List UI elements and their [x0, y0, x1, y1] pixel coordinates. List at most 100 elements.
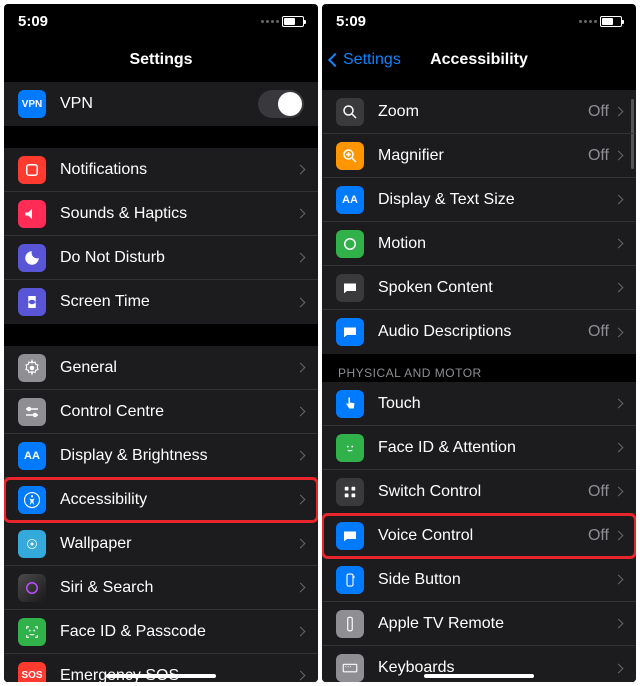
chevron-right-icon: [296, 165, 306, 175]
row-wallpaper[interactable]: Wallpaper: [4, 522, 318, 566]
side-button-icon: [336, 566, 364, 594]
row-apple-tv[interactable]: Apple TV Remote: [322, 602, 636, 646]
nav-title: Settings: [129, 51, 192, 69]
row-label: Spoken Content: [378, 279, 615, 297]
row-notifications[interactable]: Notifications: [4, 148, 318, 192]
chevron-right-icon: [296, 297, 306, 307]
dnd-icon: [18, 244, 46, 272]
back-label: Settings: [343, 51, 401, 69]
row-display[interactable]: AA Display & Brightness: [4, 434, 318, 478]
chevron-left-icon: [328, 53, 342, 67]
keyboards-icon: [336, 654, 364, 682]
row-value: Off: [588, 323, 609, 341]
row-siri[interactable]: Siri & Search: [4, 566, 318, 610]
row-accessibility[interactable]: Accessibility: [4, 478, 318, 522]
chevron-right-icon: [296, 627, 306, 637]
chevron-right-icon: [614, 195, 624, 205]
row-touch[interactable]: Touch: [322, 382, 636, 426]
row-label: Audio Descriptions: [378, 323, 588, 341]
home-indicator[interactable]: [424, 674, 534, 678]
row-label: Display & Brightness: [60, 447, 297, 465]
row-control[interactable]: Control Centre: [4, 390, 318, 434]
siri-icon: [18, 574, 46, 602]
nav-bar: Settings: [4, 38, 318, 82]
chevron-right-icon: [614, 151, 624, 161]
row-screentime[interactable]: Screen Time: [4, 280, 318, 324]
row-label: Control Centre: [60, 403, 297, 421]
row-faceid[interactable]: Face ID & Passcode: [4, 610, 318, 654]
display-icon: AA: [18, 442, 46, 470]
row-label: Magnifier: [378, 147, 588, 165]
row-label: Notifications: [60, 161, 297, 179]
sos-icon: SOS: [18, 662, 46, 683]
accessibility-list[interactable]: Zoom Off Magnifier Off AA Display & Text…: [322, 82, 636, 682]
settings-screen: 5:09 Settings VPN VPN Notifications: [4, 4, 318, 682]
faceid-attention-icon: [336, 434, 364, 462]
row-sounds[interactable]: Sounds & Haptics: [4, 192, 318, 236]
spoken-content-icon: [336, 274, 364, 302]
status-right: [579, 16, 622, 27]
settings-list[interactable]: VPN VPN Notifications Sounds & Haptics: [4, 82, 318, 682]
chevron-right-icon: [614, 239, 624, 249]
chevron-right-icon: [614, 443, 624, 453]
sounds-icon: [18, 200, 46, 228]
general-icon: [18, 354, 46, 382]
chevron-right-icon: [296, 583, 306, 593]
chevron-right-icon: [296, 209, 306, 219]
voice-control-icon: [336, 522, 364, 550]
chevron-right-icon: [614, 283, 624, 293]
signal-dots: [261, 20, 279, 23]
vpn-icon: VPN: [18, 90, 46, 118]
row-side-button[interactable]: Side Button: [322, 558, 636, 602]
row-voice-control[interactable]: Voice Control Off: [322, 514, 636, 558]
chevron-right-icon: [614, 399, 624, 409]
row-label: Touch: [378, 395, 615, 413]
vpn-toggle[interactable]: [258, 90, 304, 118]
zoom-icon: [336, 98, 364, 126]
touch-icon: [336, 390, 364, 418]
battery-icon: [600, 16, 622, 27]
chevron-right-icon: [614, 487, 624, 497]
control-centre-icon: [18, 398, 46, 426]
row-switch-control[interactable]: Switch Control Off: [322, 470, 636, 514]
row-label: Side Button: [378, 571, 615, 589]
row-value: Off: [588, 147, 609, 165]
motion-icon: [336, 230, 364, 258]
display-text-icon: AA: [336, 186, 364, 214]
row-label: Voice Control: [378, 527, 588, 545]
row-label: Accessibility: [60, 491, 297, 509]
row-audio-desc[interactable]: Audio Descriptions Off: [322, 310, 636, 354]
row-motion[interactable]: Motion: [322, 222, 636, 266]
row-value: Off: [588, 103, 609, 121]
row-faceid-attn[interactable]: Face ID & Attention: [322, 426, 636, 470]
chevron-right-icon: [296, 253, 306, 263]
chevron-right-icon: [296, 495, 306, 505]
chevron-right-icon: [296, 363, 306, 373]
accessibility-screen: 5:09 Settings Accessibility Zoom Off: [322, 4, 636, 682]
home-indicator[interactable]: [106, 674, 216, 678]
row-vpn[interactable]: VPN VPN: [4, 82, 318, 126]
row-spoken[interactable]: Spoken Content: [322, 266, 636, 310]
row-label: VPN: [60, 95, 258, 113]
row-display-text[interactable]: AA Display & Text Size: [322, 178, 636, 222]
row-label: Wallpaper: [60, 535, 297, 553]
row-label: Sounds & Haptics: [60, 205, 297, 223]
status-right: [261, 16, 304, 27]
row-label: Face ID & Attention: [378, 439, 615, 457]
chevron-right-icon: [296, 671, 306, 681]
row-dnd[interactable]: Do Not Disturb: [4, 236, 318, 280]
status-time: 5:09: [18, 13, 48, 30]
nav-bar: Settings Accessibility: [322, 38, 636, 82]
magnifier-icon: [336, 142, 364, 170]
row-value: Off: [588, 483, 609, 501]
back-button[interactable]: Settings: [330, 51, 401, 69]
row-zoom[interactable]: Zoom Off: [322, 90, 636, 134]
row-magnifier[interactable]: Magnifier Off: [322, 134, 636, 178]
chevron-right-icon: [614, 575, 624, 585]
status-bar: 5:09: [4, 4, 318, 38]
chevron-right-icon: [614, 663, 624, 673]
apple-tv-remote-icon: [336, 610, 364, 638]
row-general[interactable]: General: [4, 346, 318, 390]
chevron-right-icon: [614, 107, 624, 117]
chevron-right-icon: [296, 407, 306, 417]
